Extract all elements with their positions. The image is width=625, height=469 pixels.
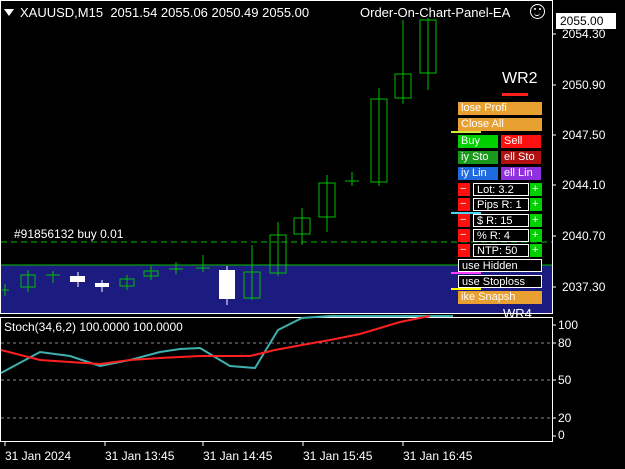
current-price-badge: 2055.00 <box>556 13 616 29</box>
use-stoploss-toggle[interactable]: use Stoploss <box>458 275 542 288</box>
candle <box>219 270 235 299</box>
stoch-level-label: 50 <box>558 373 572 387</box>
wr2-underline <box>502 93 528 96</box>
ntp-plus-button[interactable]: + <box>530 244 542 257</box>
wr4-label: WR4 <box>503 306 532 321</box>
price-label: 2044.10 <box>562 178 606 192</box>
pips-minus-button[interactable]: − <box>458 198 470 211</box>
time-label: 31 Jan 15:45 <box>303 449 373 463</box>
take-snapshot-button[interactable]: ike Snapsh <box>458 291 542 304</box>
time-label: 31 Jan 16:45 <box>403 449 473 463</box>
buy-button[interactable]: Buy <box>458 135 498 148</box>
dollar-risk-minus-button[interactable]: − <box>458 214 470 227</box>
dropdown-triangle-icon[interactable] <box>4 9 14 16</box>
time-label: 31 Jan 13:45 <box>105 449 175 463</box>
pct-risk-minus-button[interactable]: − <box>458 229 470 242</box>
time-label: 31 Jan 2024 <box>5 449 72 463</box>
stoch-level-label: 20 <box>558 411 572 425</box>
lot-field[interactable]: Lot: 3.2 <box>473 183 529 196</box>
stoch-label: Stoch(34,6,2) 100.0000 100.0000 <box>4 320 183 334</box>
buy-stop-button[interactable]: iy Sto <box>458 151 498 164</box>
pips-risk-field[interactable]: Pips R: 1 <box>473 198 529 211</box>
pips-plus-button[interactable]: + <box>530 198 542 211</box>
price-label: 2037.30 <box>562 280 606 294</box>
candles-group <box>2 18 437 305</box>
close-all-button[interactable]: Close All <box>458 118 542 131</box>
time-axis-ticks <box>4 442 404 446</box>
order-label[interactable]: #91856132 buy 0.01 <box>14 227 123 241</box>
lot-minus-button[interactable]: − <box>458 183 470 196</box>
dollar-risk-plus-button[interactable]: + <box>530 214 542 227</box>
use-hidden-toggle[interactable]: use Hidden <box>458 259 542 272</box>
price-label: 2054.30 <box>562 27 606 41</box>
candle <box>95 283 109 287</box>
sell-limit-button[interactable]: ell Lin <box>501 167 541 180</box>
price-label: 2047.50 <box>562 128 606 142</box>
ea-name: Order-On-Chart-Panel-EA <box>360 5 511 20</box>
line-marker <box>451 272 481 274</box>
stoch-level-label: 80 <box>558 336 572 350</box>
stoch-level-label: 100 <box>558 318 579 332</box>
stoch-level-label: 0 <box>558 428 565 442</box>
line-marker <box>451 131 481 133</box>
buy-limit-button[interactable]: iy Lin <box>458 167 498 180</box>
ntp-minus-button[interactable]: − <box>458 244 470 257</box>
candle <box>70 276 85 282</box>
lot-plus-button[interactable]: + <box>530 183 542 196</box>
stoch-level-lines <box>1 342 552 419</box>
dollar-risk-field[interactable]: $ R: 15 <box>473 214 529 227</box>
ntp-field[interactable]: NTP: 50 <box>473 244 529 257</box>
line-marker <box>451 288 481 290</box>
chart-header: XAUUSD,M15 2051.54 2055.06 2050.49 2055.… <box>4 5 309 20</box>
close-profit-button[interactable]: lose Profi <box>458 102 542 115</box>
sell-stop-button[interactable]: ell Sto <box>501 151 541 164</box>
ohlc-values: 2051.54 2055.06 2050.49 2055.00 <box>110 5 310 20</box>
wr2-label: WR2 <box>502 70 538 87</box>
smiley-icon[interactable] <box>530 4 545 19</box>
price-label: 2040.70 <box>562 229 606 243</box>
sell-button[interactable]: Sell <box>501 135 541 148</box>
price-label: 2050.90 <box>562 78 606 92</box>
pct-risk-field[interactable]: % R: 4 <box>473 229 529 242</box>
time-label: 31 Jan 14:45 <box>203 449 273 463</box>
symbol-timeframe: XAUUSD,M15 <box>20 5 104 20</box>
pct-risk-plus-button[interactable]: + <box>530 229 542 242</box>
